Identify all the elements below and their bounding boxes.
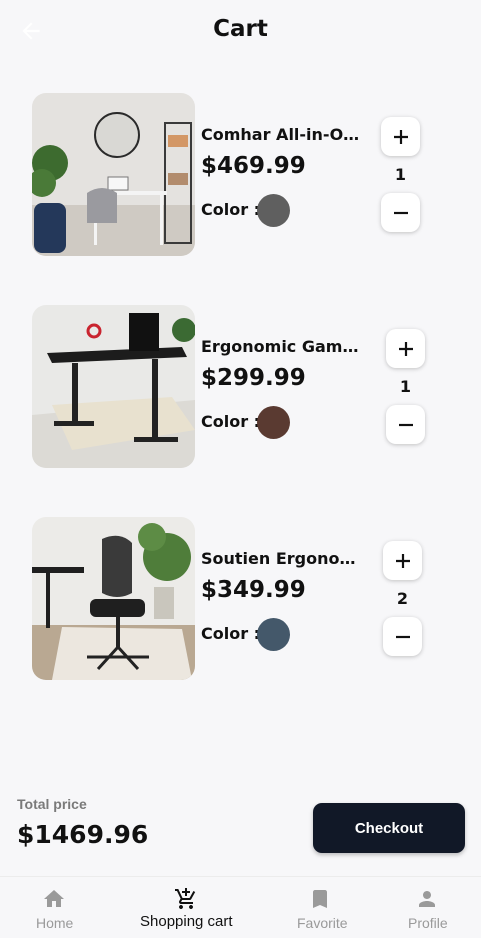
quantity-value: 2 [396,589,409,608]
bookmark-icon [313,890,327,908]
quantity-value: 1 [394,165,407,184]
color-swatch [257,406,290,439]
minus-icon [398,423,413,426]
plus-icon [398,341,413,356]
decrease-quantity-button[interactable] [386,405,425,444]
nav-item-favorite[interactable]: Favorite [267,877,374,938]
product-image [32,517,195,680]
nav-label: Home [36,915,74,931]
increase-quantity-button[interactable] [386,329,425,368]
nav-label: Profile [408,915,448,931]
bottom-navigation: Home Shopping cart Favorite Profile [0,876,481,938]
total-price-label: Total price [17,796,87,812]
nav-item-profile[interactable]: Profile [374,877,481,938]
minus-icon [395,635,410,638]
decrease-quantity-button[interactable] [381,193,420,232]
total-price-value: $1469.96 [17,820,149,849]
increase-quantity-button[interactable] [381,117,420,156]
cart-item: Comhar All-in-One Glass Desk $469.99 Col… [32,93,432,257]
color-label: Color : [201,200,261,219]
plus-icon [395,553,410,568]
product-name: Soutien Ergonomic Chair [201,549,361,568]
nav-label: Favorite [297,915,348,931]
plus-icon [393,129,408,144]
product-name: Comhar All-in-One Glass Desk [201,125,361,144]
nav-item-home[interactable]: Home [0,877,107,938]
color-label: Color : [201,412,261,431]
nav-item-shopping-cart[interactable]: Shopping cart [107,877,267,938]
product-name: Ergonomic Gaming Desk [201,337,361,356]
product-image [32,305,195,468]
quantity-value: 1 [399,377,412,396]
minus-icon [393,211,408,214]
product-price: $299.99 [201,365,306,391]
product-image [32,93,195,256]
color-swatch [257,194,290,227]
product-price: $349.99 [201,577,306,603]
checkout-button[interactable]: Checkout [313,803,465,853]
page-title: Cart [213,16,268,42]
nav-label: Shopping cart [140,913,233,930]
app-bar: Cart [0,0,481,62]
color-swatch [257,618,290,651]
cart-item: Ergonomic Gaming Desk $299.99 Color : 1 [32,305,432,469]
person-icon [419,891,435,907]
product-price: $469.99 [201,153,306,179]
home-icon [44,890,64,907]
decrease-quantity-button[interactable] [383,617,422,656]
color-label: Color : [201,624,261,643]
cart-item: Soutien Ergonomic Chair $349.99 Color : … [32,517,432,681]
increase-quantity-button[interactable] [383,541,422,580]
cart-plus-icon [175,888,196,909]
